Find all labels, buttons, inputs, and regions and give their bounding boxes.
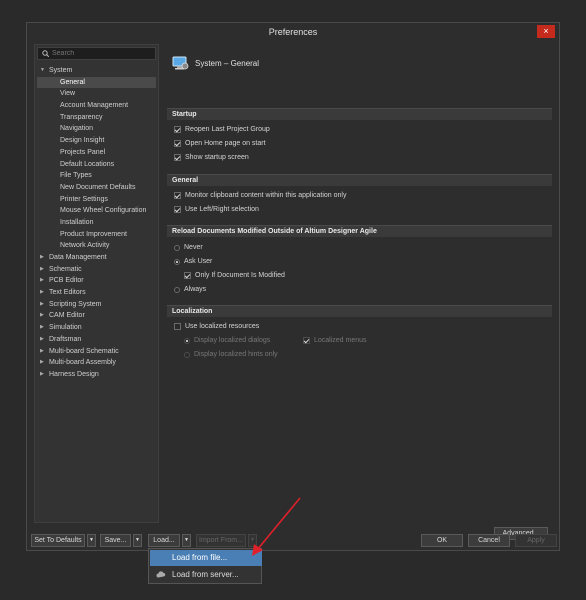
- tree-item-printer-settings[interactable]: Printer Settings: [37, 194, 156, 206]
- set-to-defaults-button[interactable]: Set To Defaults: [31, 534, 85, 547]
- section-general: General: [167, 174, 552, 186]
- section-localization: Localization: [167, 305, 552, 317]
- tree-item-text-editors[interactable]: ▶ Text Editors: [37, 287, 156, 299]
- tree-item-general[interactable]: General: [37, 76, 156, 89]
- dialog-title: Preferences: [27, 23, 559, 41]
- tree-item-multi-board-assembly[interactable]: ▶ Multi-board Assembly: [37, 357, 156, 369]
- preferences-dialog: Preferences × ▼System General View Accou…: [26, 22, 560, 551]
- sidebar: ▼System General View Account Management …: [34, 44, 159, 523]
- tree-item-cam-editor[interactable]: ▶ CAM Editor: [37, 310, 156, 322]
- tree-item-transparency[interactable]: Transparency: [37, 112, 156, 124]
- tree-item-scripting-system[interactable]: ▶ Scripting System: [37, 299, 156, 311]
- chevron-right-icon: ▶: [40, 370, 44, 377]
- tree-item-product-improvement[interactable]: Product Improvement: [37, 229, 156, 241]
- tree-item-account-management[interactable]: Account Management: [37, 100, 156, 112]
- checkbox-checked-icon: [174, 206, 181, 213]
- tree-item-system[interactable]: ▼ System: [37, 65, 156, 77]
- checkbox-checked-icon: [303, 337, 310, 344]
- tree-item-file-types[interactable]: File Types: [37, 170, 156, 182]
- tree-item-projects-panel[interactable]: Projects Panel: [37, 147, 156, 159]
- radio-off-icon: [174, 286, 180, 293]
- tree-item-view[interactable]: View: [37, 88, 156, 100]
- chevron-right-icon: ▶: [40, 265, 44, 272]
- search-box[interactable]: [37, 47, 156, 60]
- apply-button[interactable]: Apply: [515, 534, 557, 547]
- section-reload-documents: Reload Documents Modified Outside of Alt…: [167, 225, 552, 237]
- tree-item-simulation[interactable]: ▶ Simulation: [37, 322, 156, 334]
- annotation-arrow-icon: [252, 497, 301, 556]
- menu-item-load-from-server[interactable]: Load from server...: [150, 567, 262, 583]
- chevron-right-icon: ▶: [40, 335, 44, 342]
- settings-tree: ▼ System General View Account Management …: [37, 65, 156, 381]
- checkbox-checked-icon: [184, 272, 191, 279]
- ok-button[interactable]: OK: [421, 534, 463, 547]
- radio-off-icon: [184, 351, 190, 358]
- save-button[interactable]: Save...: [100, 534, 131, 547]
- search-input[interactable]: [52, 50, 152, 57]
- cloud-icon: [156, 571, 166, 578]
- checkbox-checked-icon: [174, 126, 181, 133]
- tree-item-harness-design[interactable]: ▶ Harness Design: [37, 369, 156, 381]
- chevron-right-icon: ▶: [40, 277, 44, 284]
- tree-item-default-locations[interactable]: Default Locations: [37, 159, 156, 171]
- tree-item-navigation[interactable]: Navigation: [37, 123, 156, 135]
- checkbox-only-if-modified[interactable]: Only If Document Is Modified: [184, 272, 285, 279]
- chevron-right-icon: ▶: [40, 300, 44, 307]
- chevron-right-icon: ▶: [40, 312, 44, 319]
- section-startup: Startup: [167, 108, 552, 120]
- radio-on-icon: [184, 337, 190, 344]
- page-title: System – General: [195, 58, 260, 68]
- tree-item-installation[interactable]: Installation: [37, 217, 156, 229]
- checkbox-checked-icon: [174, 154, 181, 161]
- page-header: System – General: [171, 53, 259, 73]
- chevron-right-icon: ▶: [40, 324, 44, 331]
- save-dropdown-icon[interactable]: ▼: [133, 534, 142, 547]
- checkbox-show-startup-screen[interactable]: Show startup screen: [174, 154, 249, 161]
- load-button[interactable]: Load...: [148, 534, 180, 547]
- radio-off-icon: [174, 244, 180, 251]
- close-icon[interactable]: ×: [537, 25, 555, 38]
- load-dropdown-icon[interactable]: ▼: [182, 534, 191, 547]
- tree-item-design-insight[interactable]: Design Insight: [37, 135, 156, 147]
- chevron-right-icon: ▶: [40, 347, 44, 354]
- checkbox-use-localized-resources[interactable]: Use localized resources: [174, 323, 259, 330]
- checkbox-reopen-last-project[interactable]: Reopen Last Project Group: [174, 126, 270, 133]
- tree-item-new-document-defaults[interactable]: New Document Defaults: [37, 182, 156, 194]
- checkbox-unchecked-icon: [174, 323, 181, 330]
- radio-ask-user[interactable]: Ask User: [174, 258, 212, 265]
- settings-page: System – General Startup Reopen Last Pro…: [163, 44, 554, 540]
- chevron-right-icon: ▶: [40, 359, 44, 366]
- chevron-right-icon: ▶: [40, 254, 44, 260]
- chevron-down-icon: ▼: [40, 67, 45, 73]
- radio-always[interactable]: Always: [174, 286, 206, 293]
- tree-item-mouse-wheel-configuration[interactable]: Mouse Wheel Configuration: [37, 205, 156, 217]
- set-defaults-dropdown-icon[interactable]: ▼: [87, 534, 96, 547]
- checkbox-left-right-selection[interactable]: Use Left/Right selection: [174, 206, 259, 213]
- radio-on-icon: [174, 258, 180, 265]
- tree-item-data-management[interactable]: ▶ Data Management: [37, 252, 156, 264]
- tree-item-pcb-editor[interactable]: ▶ PCB Editor: [37, 275, 156, 287]
- tree-item-network-activity[interactable]: Network Activity: [37, 240, 156, 252]
- chevron-right-icon: ▶: [40, 289, 44, 296]
- search-icon: [42, 50, 49, 57]
- cancel-button[interactable]: Cancel: [468, 534, 510, 547]
- tree-item-draftsman[interactable]: ▶ Draftsman: [37, 334, 156, 346]
- monitor-settings-icon: [171, 55, 189, 71]
- tree-item-schematic[interactable]: ▶ Schematic: [37, 264, 156, 276]
- radio-display-localized-hints[interactable]: Display localized hints only: [184, 351, 278, 358]
- tree-item-multi-board-schematic[interactable]: ▶ Multi-board Schematic: [37, 346, 156, 358]
- checkbox-checked-icon: [174, 140, 181, 147]
- radio-never[interactable]: Never: [174, 244, 203, 251]
- checkbox-localized-menus[interactable]: Localized menus: [303, 337, 367, 344]
- checkbox-open-home-page[interactable]: Open Home page on start: [174, 140, 266, 147]
- radio-display-localized-dialogs[interactable]: Display localized dialogs: [184, 337, 270, 344]
- checkbox-checked-icon: [174, 192, 181, 199]
- checkbox-monitor-clipboard[interactable]: Monitor clipboard content within this ap…: [174, 192, 346, 199]
